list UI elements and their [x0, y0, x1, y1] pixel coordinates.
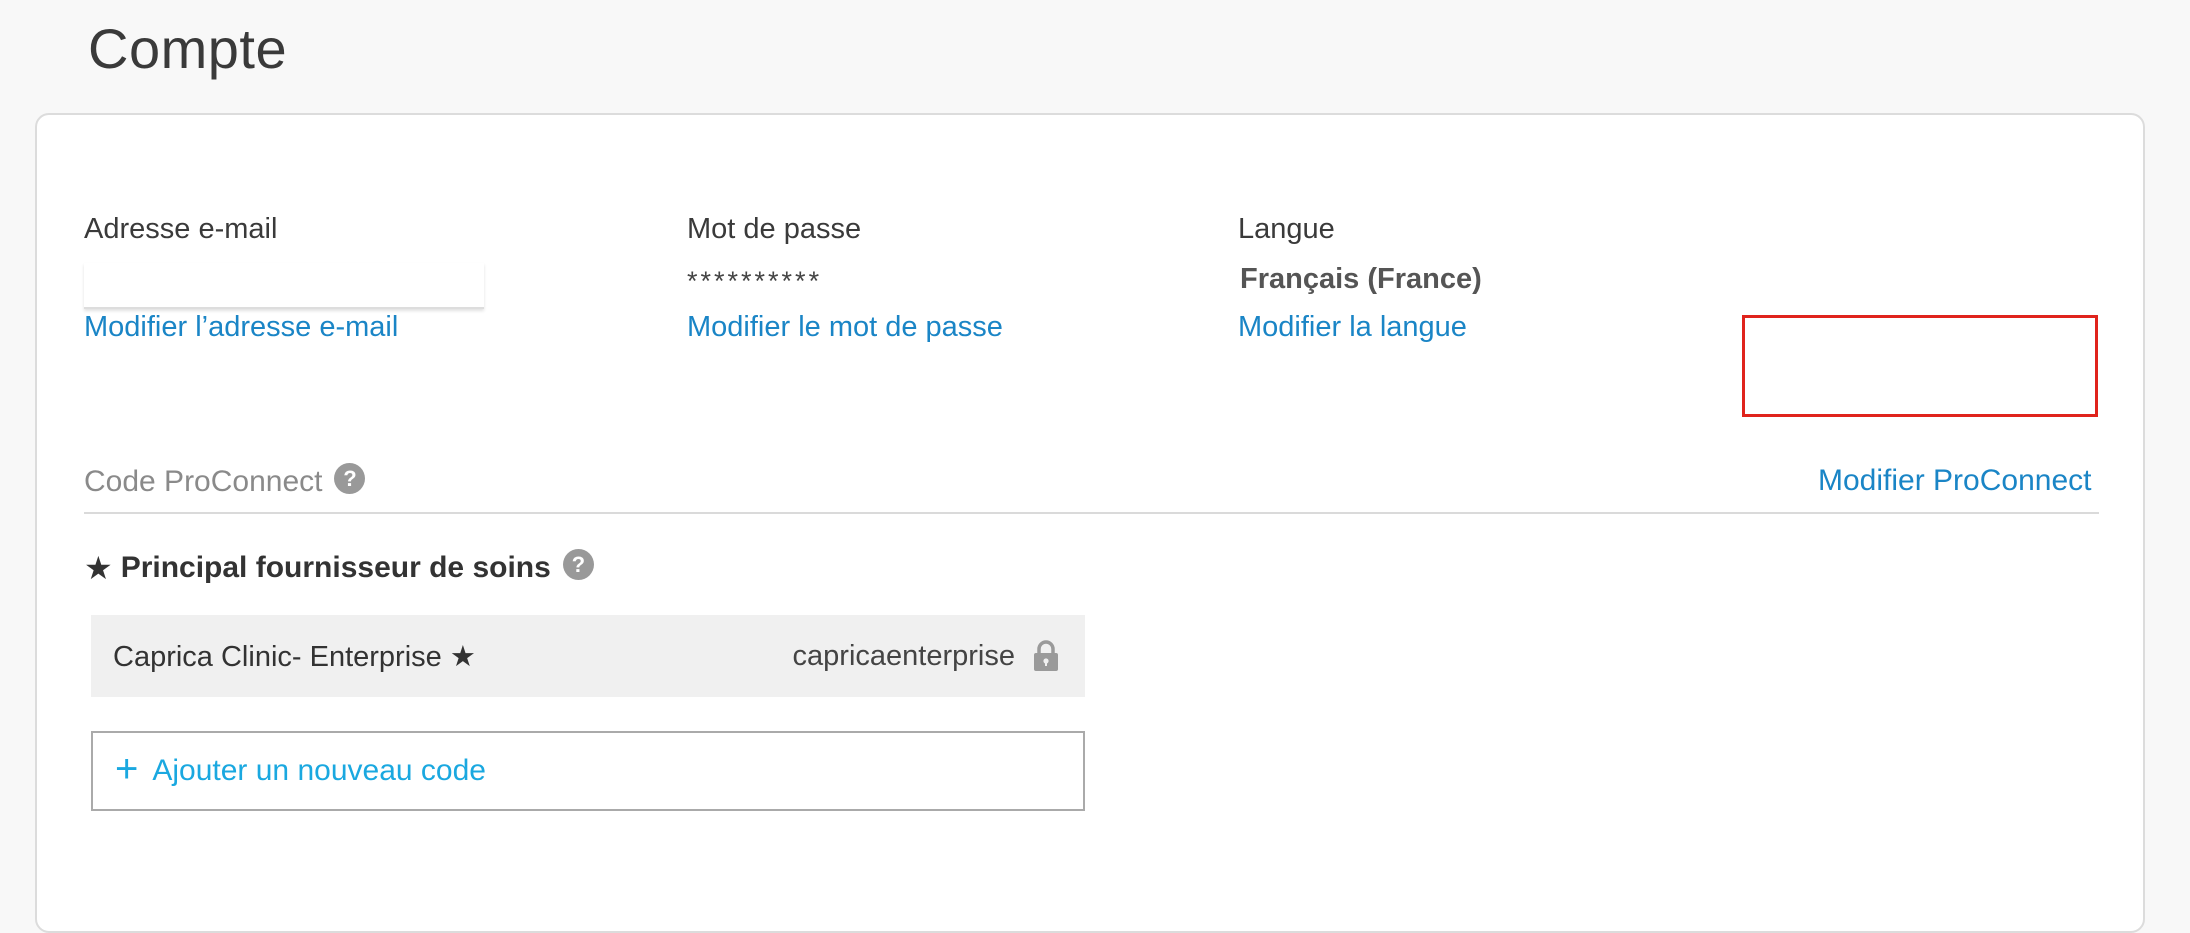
- change-email-link[interactable]: Modifier l’adresse e-mail: [84, 309, 398, 345]
- password-value: **********: [687, 266, 823, 296]
- help-icon[interactable]: ?: [334, 462, 366, 494]
- primary-provider-heading: ★ Principal fournisseur de soins ?: [84, 548, 594, 587]
- code-details: capricaenterprise: [793, 640, 1059, 673]
- code-name: Caprica Clinic- Enterprise ★: [113, 640, 476, 673]
- password-label: Mot de passe: [687, 213, 862, 245]
- account-card: Adresse e-mail Modifier l’adresse e-mail…: [35, 113, 2145, 933]
- code-id: capricaenterprise: [792, 639, 1015, 672]
- help-icon[interactable]: ?: [562, 548, 594, 580]
- highlight-box: [1742, 315, 2098, 417]
- language-label: Langue: [1238, 213, 1335, 245]
- change-language-link[interactable]: Modifier la langue: [1238, 309, 1467, 345]
- section-divider: [84, 512, 2099, 514]
- proconnect-section-label: Code ProConnect ?: [84, 462, 366, 501]
- code-row: Caprica Clinic- Enterprise ★ capricaente…: [91, 615, 1085, 697]
- lock-icon: [1034, 640, 1058, 671]
- change-password-link[interactable]: Modifier le mot de passe: [687, 309, 1003, 345]
- language-value: Français (France): [1240, 263, 1482, 295]
- primary-provider-heading-text: Principal fournisseur de soins: [120, 551, 551, 584]
- email-label: Adresse e-mail: [84, 213, 278, 245]
- change-proconnect-link[interactable]: Modifier ProConnect: [1818, 463, 2091, 499]
- page-title: Compte: [88, 17, 288, 80]
- email-field: [84, 263, 484, 309]
- proconnect-label-text: Code ProConnect: [84, 465, 323, 498]
- add-code-label: Ajouter un nouveau code: [152, 754, 486, 787]
- add-code-button[interactable]: + Ajouter un nouveau code: [91, 731, 1085, 811]
- plus-icon: +: [115, 747, 139, 791]
- star-icon: ★: [84, 550, 113, 586]
